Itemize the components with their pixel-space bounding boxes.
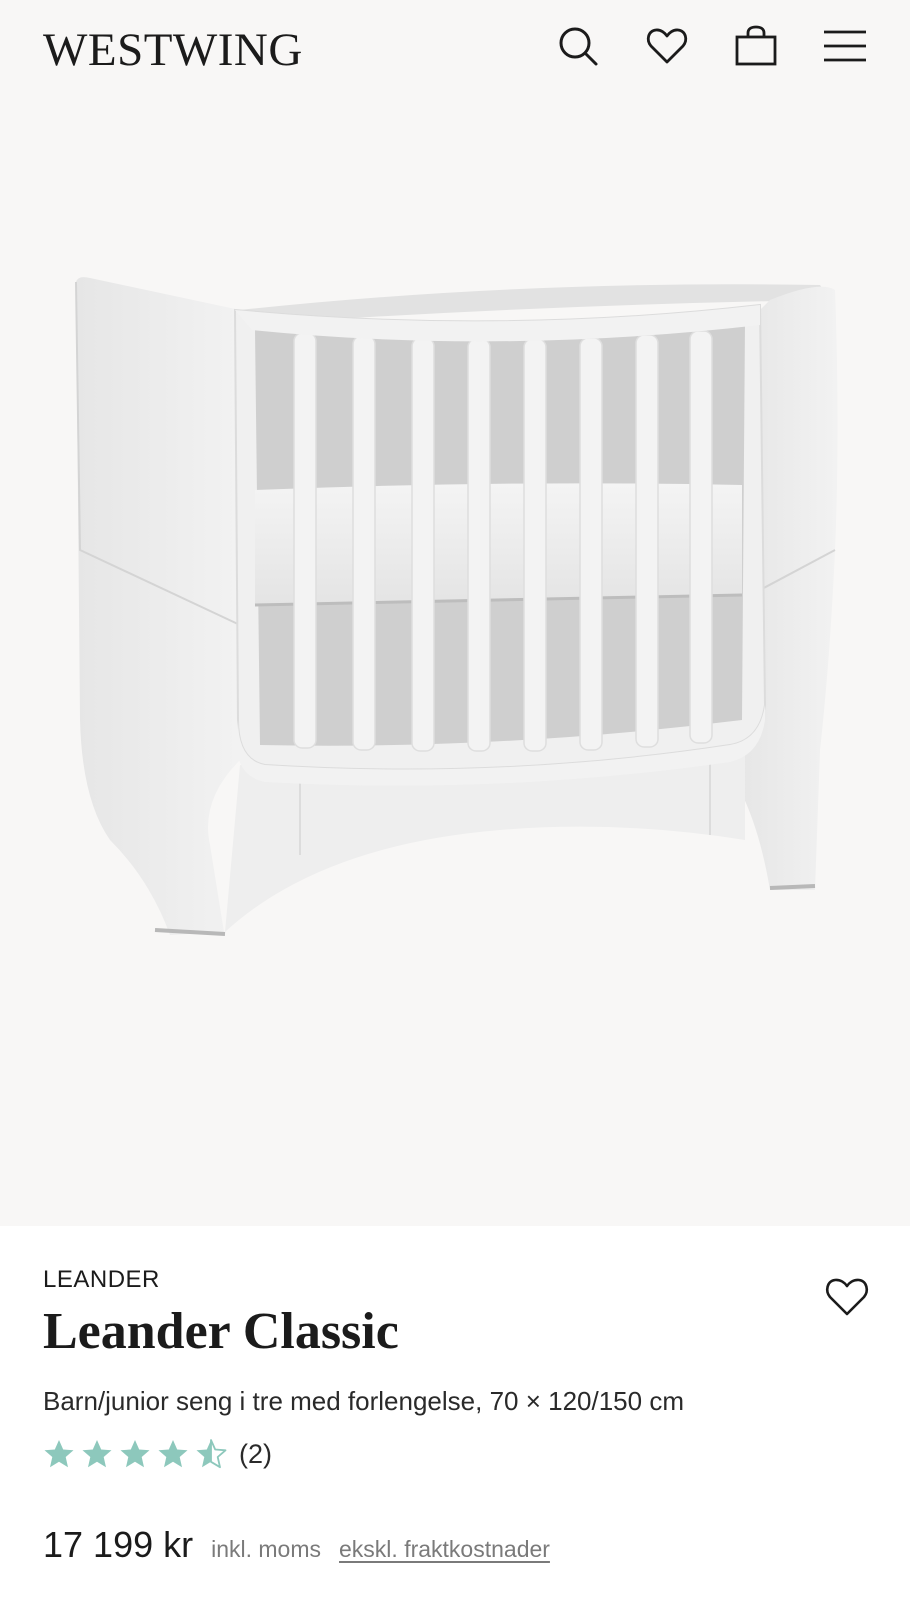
westwing-logo[interactable]: WESTWING <box>43 23 303 77</box>
header-actions <box>556 24 867 68</box>
search-icon[interactable] <box>556 24 600 68</box>
star-filled-icon <box>158 1440 188 1468</box>
shipping-costs-link[interactable]: ekskl. fraktkostnader <box>339 1536 550 1563</box>
heart-icon[interactable] <box>645 24 689 68</box>
star-filled-icon <box>44 1440 74 1468</box>
rating-count: (2) <box>239 1438 272 1469</box>
bag-icon[interactable] <box>734 24 778 68</box>
product-title: Leander Classic <box>43 1303 399 1360</box>
crib-image <box>75 277 838 936</box>
site-header: WESTWING <box>0 0 910 100</box>
tax-note: inkl. moms <box>211 1536 322 1562</box>
menu-icon[interactable] <box>823 24 867 68</box>
star-half-icon <box>196 1439 227 1469</box>
star-filled-icon <box>82 1440 112 1468</box>
product-brand[interactable]: LEANDER <box>43 1266 160 1294</box>
star-filled-icon <box>120 1440 150 1468</box>
product-info: LEANDER Leander Classic Barn/junior seng… <box>0 1226 910 1600</box>
price-row: 17 199 kr inkl. moms ekskl. fraktkostnad… <box>43 1524 550 1566</box>
product-image-gallery[interactable] <box>0 100 910 1226</box>
product-price: 17 199 kr <box>43 1524 194 1565</box>
wishlist-heart-icon[interactable] <box>824 1274 870 1318</box>
product-rating[interactable]: (2) <box>43 1438 272 1470</box>
product-subtitle: Barn/junior seng i tre med forlengelse, … <box>43 1386 684 1416</box>
